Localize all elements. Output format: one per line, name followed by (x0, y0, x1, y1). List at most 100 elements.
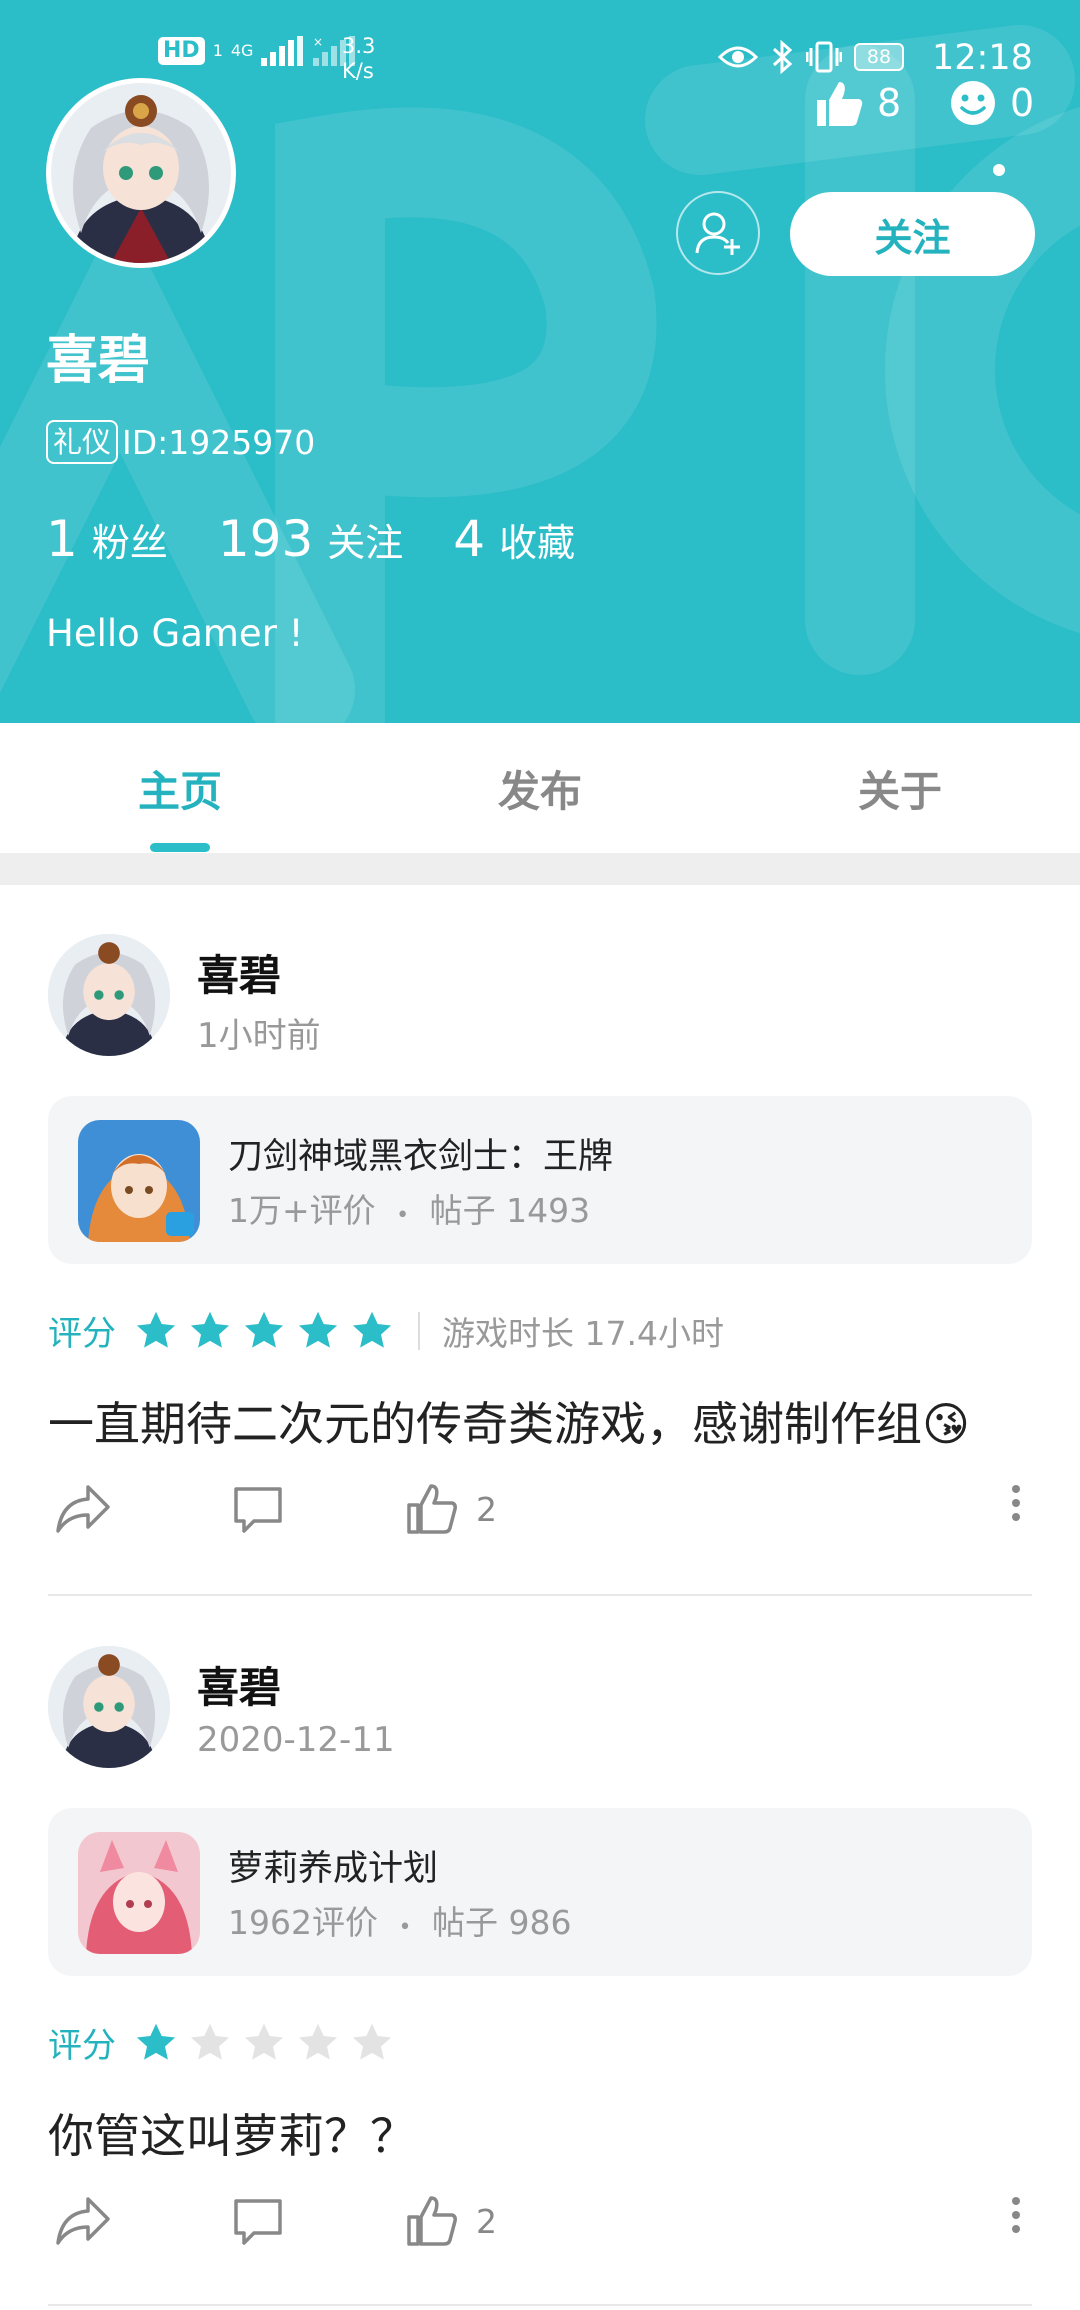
post-actions: 2 (0, 1483, 1080, 1563)
following-label[interactable]: 关注 (327, 512, 403, 567)
post-divider (48, 2304, 1032, 2306)
rating-row: 评分 游戏时长 17.4小时 (48, 1306, 724, 1355)
star-empty-icon (352, 2023, 392, 2060)
star-filled-icon (244, 1311, 284, 1348)
share-icon (56, 2197, 110, 2245)
profile-bio: Hello Gamer ! (46, 612, 304, 655)
tab-indicator (150, 843, 210, 852)
game-card[interactable]: 萝莉养成计划 1962评价 • 帖子 986 (48, 1808, 1032, 1976)
star-filled-icon (190, 1311, 230, 1348)
fans-label[interactable]: 粉丝 (92, 512, 168, 567)
avatar-image (51, 83, 231, 263)
network-speed: 3.3 K/s (342, 34, 375, 84)
star-empty-icon (244, 2023, 284, 2060)
network-label: 4G (230, 41, 254, 60)
rating-label: 评分 (48, 2026, 116, 2066)
avatar-image (48, 1646, 170, 1768)
share-button[interactable] (54, 2195, 112, 2247)
post-avatar[interactable] (48, 934, 170, 1056)
game-posts: 帖子 1493 (429, 1191, 591, 1230)
follow-button[interactable]: 关注 (790, 192, 1035, 276)
post-avatar[interactable] (48, 1646, 170, 1768)
speed-unit: K/s (342, 59, 374, 83)
profile-tabs: 主页 发布 关于 (0, 723, 1080, 853)
add-friend-button[interactable] (676, 191, 760, 275)
likes-count: 8 (877, 81, 902, 125)
comment-button[interactable] (232, 1483, 284, 1535)
like-button[interactable]: 2 (406, 2195, 497, 2247)
sim-label: 1 (212, 41, 223, 60)
favorites-count[interactable]: 4 (453, 510, 485, 568)
more-options-button[interactable] (1010, 2195, 1022, 2235)
post-divider (48, 1594, 1032, 1596)
signal-icon (261, 36, 304, 66)
hd-icon: HD (158, 37, 205, 65)
comment-icon (234, 2199, 282, 2245)
more-vertical-icon (1012, 1485, 1020, 1521)
speed-value: 3.3 (342, 34, 376, 58)
game-icon (78, 1832, 200, 1954)
rating-stars (134, 2021, 394, 2065)
following-count[interactable]: 193 (218, 510, 313, 568)
post-actions: 2 (0, 2195, 1080, 2275)
share-button[interactable] (54, 1483, 112, 1535)
game-posts: 帖子 986 (431, 1903, 572, 1942)
like-count: 2 (476, 2201, 497, 2241)
more-vertical-icon (1012, 2197, 1020, 2233)
tab-about[interactable]: 关于 (720, 723, 1080, 853)
game-card[interactable]: 刀剑神域黑衣剑士：王牌 1万+评价 • 帖子 1493 (48, 1096, 1032, 1264)
game-reviews: 1万+评价 (228, 1191, 376, 1230)
profile-id: ID:1925970 (122, 422, 316, 462)
star-empty-icon (298, 2023, 338, 2060)
game-title: 刀剑神域黑衣剑士：王牌 (228, 1137, 614, 1177)
star-filled-icon (298, 1311, 338, 1348)
meta-dot: • (398, 1915, 412, 1940)
star-empty-icon (190, 2023, 230, 2060)
bluetooth-icon (772, 40, 793, 74)
likes-received[interactable]: 8 (815, 80, 901, 126)
more-options-button[interactable] (1010, 1483, 1022, 1523)
comment-button[interactable] (232, 2195, 284, 2247)
battery-icon: 88 (854, 43, 904, 71)
game-icon (78, 1120, 200, 1242)
add-user-icon (695, 212, 740, 255)
favorites-label[interactable]: 收藏 (499, 512, 575, 567)
profile-header: HD 1 4G × 3.3 K/s 88 12:18 8 0 关注 喜碧 礼仪 … (0, 0, 1080, 723)
smile-icon (951, 81, 995, 125)
profile-counts: 1 粉丝 193 关注 4 收藏 (46, 510, 625, 568)
emoji-received[interactable]: 0 (950, 80, 1034, 126)
share-icon (56, 1485, 110, 1533)
meta-dot: • (396, 1203, 410, 1228)
game-icon-image (78, 1120, 200, 1242)
like-button[interactable]: 2 (406, 1483, 497, 1535)
like-count: 2 (476, 1489, 497, 1529)
section-gap (0, 853, 1080, 885)
fans-count[interactable]: 1 (46, 510, 78, 568)
game-title: 萝莉养成计划 (228, 1849, 439, 1889)
star-filled-icon (352, 1311, 392, 1348)
post-time: 1小时前 (197, 1016, 321, 1056)
thumbs-up-outline-icon (407, 2196, 457, 2246)
comment-icon (234, 1487, 282, 1533)
profile-avatar[interactable] (46, 78, 236, 268)
star-filled-icon (136, 2023, 176, 2060)
post-text[interactable]: 一直期待二次元的传奇类游戏，感谢制作组😘 (48, 1388, 970, 1454)
eye-icon (718, 46, 758, 68)
thumbs-up-outline-icon (407, 1484, 457, 1534)
post-author[interactable]: 喜碧 (197, 942, 281, 1003)
post-text[interactable]: 你管这叫萝莉？？ (48, 2100, 416, 2166)
post-author[interactable]: 喜碧 (197, 1654, 281, 1715)
game-meta: 1962评价 • 帖子 986 (228, 1896, 571, 1944)
post-time: 2020-12-11 (197, 1720, 395, 1760)
clock: 12:18 (932, 38, 1033, 78)
svg-text:×: × (313, 36, 323, 49)
vibrate-icon (806, 41, 842, 73)
rating-label: 评分 (48, 1314, 116, 1354)
game-reviews: 1962评价 (228, 1903, 378, 1942)
tab-home[interactable]: 主页 (0, 723, 360, 853)
notification-dot (993, 164, 1005, 176)
profile-id-row: 礼仪 ID:1925970 (46, 420, 315, 464)
tab-posts[interactable]: 发布 (360, 723, 720, 853)
role-badge: 礼仪 (46, 420, 119, 464)
emoji-count: 0 (1010, 81, 1035, 125)
